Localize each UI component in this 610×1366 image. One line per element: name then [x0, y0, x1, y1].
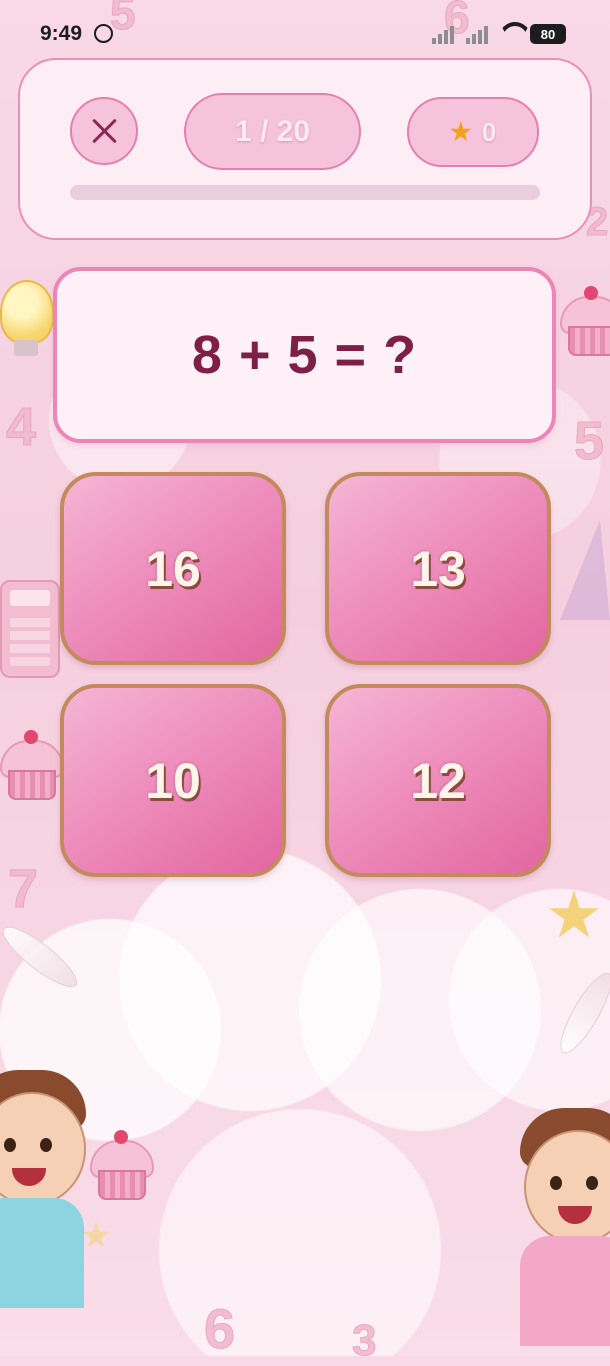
answer-button[interactable]: 10: [60, 684, 286, 877]
answer-button[interactable]: 13: [325, 472, 551, 665]
battery-icon: 80: [530, 24, 566, 44]
background-number: 6: [203, 1297, 236, 1361]
answer-button[interactable]: 16: [60, 472, 286, 665]
status-bar: 9:49 80: [0, 0, 610, 54]
whatsapp-icon: [94, 24, 113, 43]
answer-label: 12: [410, 752, 466, 809]
cupcake-icon: [90, 1130, 154, 1200]
progress-bar: [70, 185, 540, 200]
answer-label: 16: [145, 540, 201, 597]
background-number: 3: [351, 1316, 377, 1366]
star-decoration-icon: [549, 890, 599, 938]
lightbulb-icon: [0, 280, 54, 356]
status-time: 9:49: [40, 22, 83, 45]
answer-label: 13: [410, 540, 466, 597]
close-button[interactable]: [70, 97, 138, 165]
close-icon: [91, 118, 117, 144]
question-card: 8 + 5 = ?: [53, 267, 556, 443]
star-icon: [450, 121, 472, 142]
wifi-icon: [499, 22, 531, 50]
signal-icon: [466, 26, 488, 44]
score-badge: 0: [407, 97, 539, 167]
answer-label: 10: [145, 752, 201, 809]
cupcake-icon: [560, 286, 610, 356]
signal-icon: [432, 26, 454, 44]
question-progress-counter: 1 / 20: [184, 93, 361, 170]
question-text: 8 + 5 = ?: [191, 325, 418, 385]
calculator-icon: [0, 580, 60, 678]
cupcake-icon: [0, 730, 64, 800]
feather-icon: [0, 918, 85, 996]
star-decoration-icon: [82, 1222, 110, 1248]
background-number: 5: [573, 411, 605, 472]
background-number: 7: [7, 859, 39, 920]
cartoon-girl-illustration: [0, 1070, 104, 1308]
cartoon-girl-illustration: [520, 1108, 610, 1346]
score-value: 0: [481, 116, 497, 147]
background-number: 4: [5, 397, 37, 458]
answer-button[interactable]: 12: [325, 684, 551, 877]
ruler-triangle-icon: [560, 520, 610, 620]
feather-icon: [551, 966, 610, 1060]
